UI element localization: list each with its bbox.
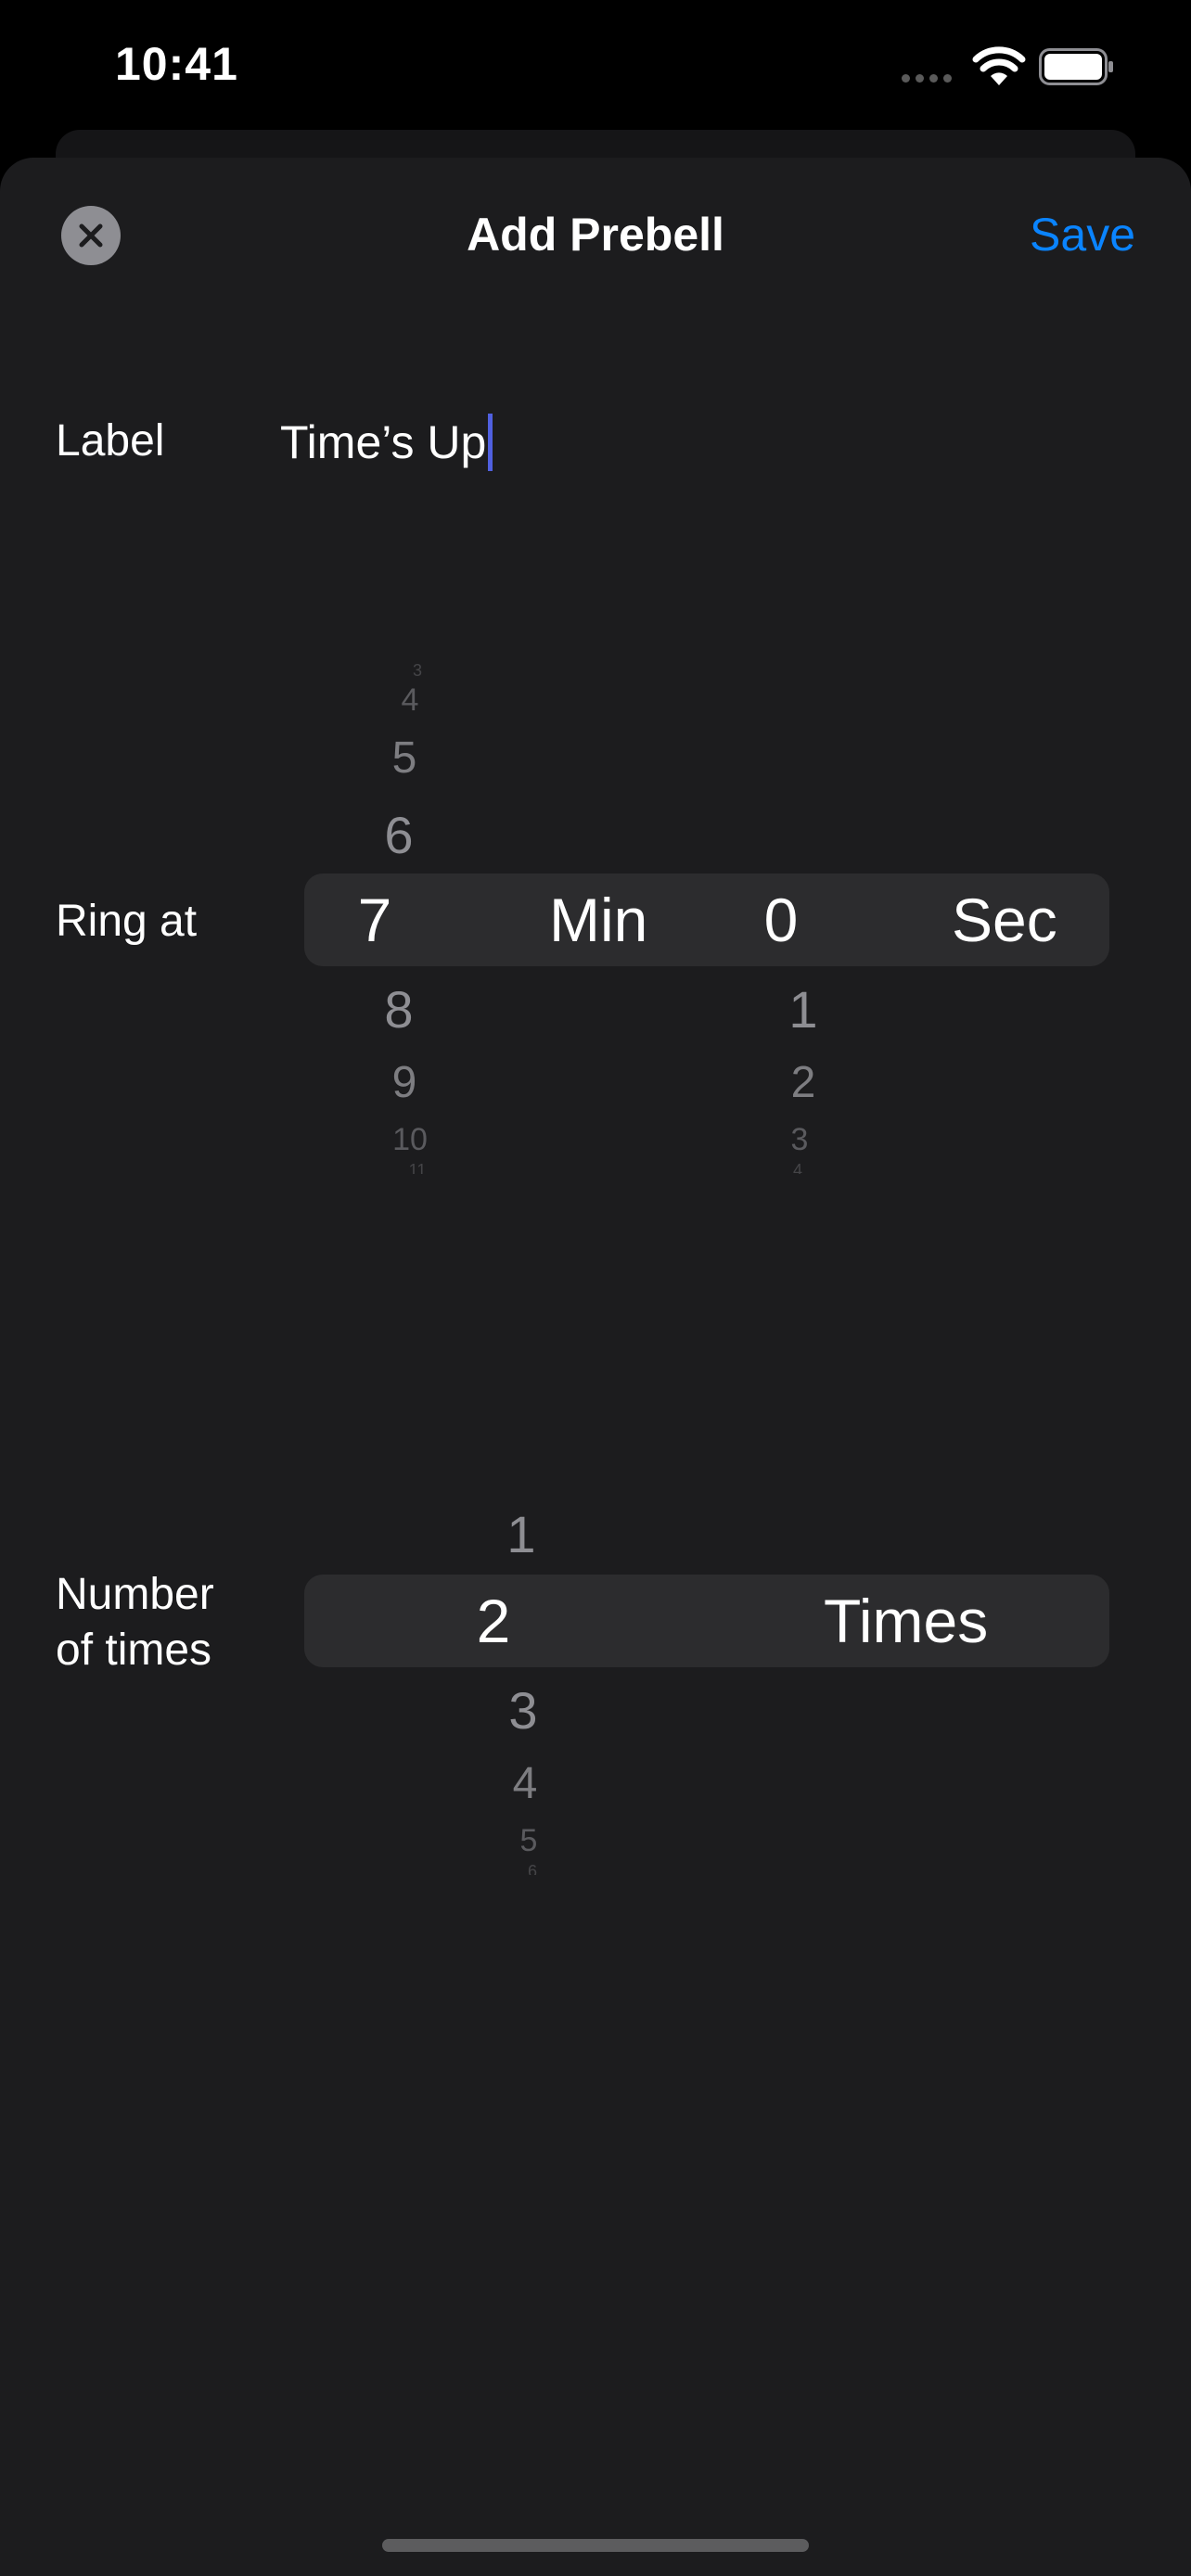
- wheel-item: 11: [408, 1161, 427, 1174]
- label-input[interactable]: Time’s Up: [280, 414, 493, 471]
- minutes-selected: 7: [357, 886, 392, 954]
- number-of-times-label-line2: of times: [56, 1626, 212, 1675]
- wheel-item: 4: [792, 1161, 802, 1174]
- wheel-item: 3: [412, 661, 422, 680]
- add-prebell-sheet: [0, 158, 1191, 2576]
- wheel-item: 6: [384, 806, 414, 864]
- wheel-item: 8: [384, 980, 414, 1039]
- wheel-item: 3: [790, 1122, 809, 1157]
- ring-at-picker-selection[interactable]: 7 Min 0 Sec: [304, 874, 1109, 966]
- wheel-item: 4: [401, 682, 419, 718]
- wheel-item: 1: [788, 980, 818, 1039]
- ring-at-label: Ring at: [56, 897, 198, 946]
- wheel-item: 5: [391, 733, 417, 783]
- wheel-item: 1: [506, 1505, 536, 1563]
- text-caret: [488, 414, 493, 471]
- times-unit: Times: [824, 1587, 989, 1655]
- wheel-item: 2: [790, 1058, 816, 1107]
- wifi-icon: [972, 46, 1026, 85]
- label-title: Label: [56, 416, 165, 465]
- battery-icon: [1039, 48, 1113, 85]
- wheel-item: 3: [508, 1681, 538, 1740]
- number-of-times-label: Number of times: [56, 1567, 214, 1678]
- minutes-unit: Min: [549, 886, 648, 954]
- label-input-value: Time’s Up: [280, 416, 487, 468]
- wheel-item: 9: [391, 1058, 417, 1107]
- cellular-signal-icon: [902, 74, 952, 83]
- status-time: 10:41: [115, 38, 238, 90]
- page-title: Add Prebell: [467, 209, 724, 261]
- times-picker-selection[interactable]: 2 Times: [304, 1575, 1109, 1667]
- number-of-times-label-line1: Number: [56, 1570, 214, 1619]
- home-indicator[interactable]: [382, 2539, 809, 2552]
- times-selected: 2: [476, 1587, 511, 1655]
- seconds-unit: Sec: [952, 886, 1057, 954]
- wheel-item: 4: [512, 1759, 538, 1808]
- save-button[interactable]: Save: [1030, 208, 1135, 261]
- status-bar: 10:41: [0, 0, 1191, 139]
- wheel-item: 10: [392, 1122, 428, 1157]
- seconds-selected: 0: [763, 886, 799, 954]
- wheel-item: 5: [519, 1823, 538, 1858]
- wheel-item: 6: [527, 1862, 537, 1875]
